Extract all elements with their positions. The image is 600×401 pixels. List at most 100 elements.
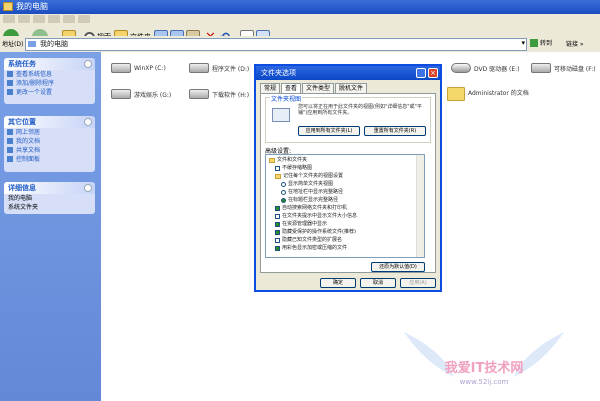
checkbox[interactable] bbox=[275, 230, 280, 235]
tab-general[interactable]: 常规 bbox=[260, 83, 281, 93]
menu-view[interactable] bbox=[33, 15, 45, 23]
tab-offline-files[interactable]: 脱机文件 bbox=[335, 83, 368, 93]
folder-icon bbox=[447, 87, 465, 101]
apply-button[interactable]: 应用(A) bbox=[400, 278, 436, 288]
task-label: 更改一个设置 bbox=[16, 89, 53, 96]
help-button[interactable] bbox=[416, 68, 426, 78]
radio-button[interactable] bbox=[281, 182, 286, 187]
place-label: 控制面板 bbox=[16, 156, 41, 163]
tab-file-types[interactable]: 文件类型 bbox=[302, 83, 335, 93]
go-button[interactable]: 转到 bbox=[530, 38, 552, 47]
ok-button[interactable]: 确定 bbox=[320, 278, 356, 288]
checkbox[interactable] bbox=[275, 206, 280, 211]
menu-edit[interactable] bbox=[18, 15, 30, 23]
setting-row[interactable]: 隐藏已知文件类型的扩展名 bbox=[275, 237, 342, 244]
advanced-settings-list[interactable]: 文件和文件夹 不缓存缩略图 记住每个文件夹的视图设置 显示简单文件夹视图 在地址栏中显示… bbox=[265, 154, 425, 258]
setting-row[interactable]: 在文件夹提示中显示文件大小信息 bbox=[275, 213, 357, 220]
radio-button[interactable] bbox=[281, 198, 286, 203]
view-tab-panel: 文件夹视图 您可以将正在用于此文件夹的视图(例如"详细信息"或"平铺")应用到所… bbox=[260, 93, 436, 273]
links-label: 链接 bbox=[566, 41, 579, 48]
place-link[interactable]: 共享文档 bbox=[4, 146, 95, 155]
panel-header[interactable]: 系统任务 bbox=[4, 58, 95, 70]
setting-label: 在地址栏中显示完整路径 bbox=[288, 189, 344, 195]
checkbox[interactable] bbox=[275, 238, 280, 243]
address-value: 我的电脑 bbox=[40, 40, 68, 48]
drive-item[interactable]: 下载软件 (H:) bbox=[189, 86, 249, 102]
setting-label: 隐藏已知文件类型的扩展名 bbox=[282, 237, 343, 243]
setting-label: 在文件夹提示中显示文件大小信息 bbox=[282, 213, 358, 219]
scrollbar[interactable] bbox=[416, 155, 424, 257]
address-dropdown-icon[interactable]: ▾ bbox=[521, 39, 525, 47]
setting-row[interactable]: 在地址栏中显示完整路径 bbox=[281, 189, 343, 196]
place-icon bbox=[7, 147, 13, 153]
details-name: 我的电脑 bbox=[8, 195, 33, 202]
other-places-panel: 其它位置 网上邻居 我的文档 共享文档 控制面板 bbox=[4, 116, 95, 172]
task-icon bbox=[7, 80, 13, 86]
place-label: 共享文档 bbox=[16, 147, 41, 154]
menu-favorites[interactable] bbox=[48, 15, 60, 23]
folder-view-icon bbox=[272, 108, 290, 122]
cancel-button[interactable]: 取消 bbox=[360, 278, 396, 288]
window-titlebar[interactable]: 我的电脑 bbox=[0, 0, 600, 14]
task-link[interactable]: 添加/删除程序 bbox=[4, 79, 95, 88]
drive-item[interactable]: 游戏娱乐 (G:) bbox=[111, 86, 171, 102]
setting-row[interactable]: 显示简单文件夹视图 bbox=[281, 181, 333, 188]
place-link[interactable]: 控制面板 bbox=[4, 155, 95, 164]
close-icon[interactable]: × bbox=[428, 68, 438, 78]
drive-item[interactable]: DVD 驱动器 (E:) bbox=[451, 60, 520, 76]
task-link[interactable]: 更改一个设置 bbox=[4, 88, 95, 97]
drive-item[interactable]: 程序文件 (D:) bbox=[189, 60, 249, 76]
setting-row[interactable]: 文件和文件夹 bbox=[269, 157, 307, 164]
setting-row[interactable]: 记住每个文件夹的视图设置 bbox=[275, 173, 343, 180]
watermark-url: www.52ij.com bbox=[460, 378, 509, 386]
task-pane: 系统任务 查看系统信息 添加/删除程序 更改一个设置 其它位置 网上邻居 我的文… bbox=[0, 52, 101, 401]
dialog-titlebar[interactable]: 文件夹选项 × bbox=[256, 66, 440, 80]
place-icon bbox=[7, 156, 13, 162]
menu-help[interactable] bbox=[78, 15, 90, 23]
panel-header[interactable]: 详细信息 bbox=[4, 182, 95, 194]
my-computer-icon bbox=[3, 2, 13, 11]
setting-row[interactable]: 在标题栏显示完整路径 bbox=[281, 197, 338, 204]
window-title: 我的电脑 bbox=[16, 2, 48, 11]
address-label: 地址(D) bbox=[2, 41, 24, 48]
place-link[interactable]: 我的文档 bbox=[4, 137, 95, 146]
drive-item[interactable]: 可移动磁盘 (F:) bbox=[531, 60, 596, 76]
watermark-logo: 我爱IT技术网 www.52ij.com bbox=[404, 332, 564, 386]
folder-item[interactable]: Administrator 的文档 bbox=[447, 86, 532, 102]
drive-label: 游戏娱乐 (G:) bbox=[134, 91, 172, 99]
details-type: 系统文件夹 bbox=[8, 204, 39, 211]
collapse-chevron-icon[interactable] bbox=[84, 60, 92, 68]
drive-item[interactable]: WinXP (C:) bbox=[111, 60, 166, 76]
task-icon bbox=[7, 89, 13, 95]
dialog-tabs: 常规 查看 文件类型 脱机文件 bbox=[260, 83, 368, 94]
collapse-chevron-icon[interactable] bbox=[84, 118, 92, 126]
setting-row[interactable]: 在资源管理器中显示 bbox=[275, 221, 327, 228]
collapse-chevron-icon[interactable] bbox=[84, 184, 92, 192]
menu-file[interactable] bbox=[3, 15, 15, 23]
drive-label: 下载软件 (H:) bbox=[212, 91, 250, 99]
removable-disk-icon bbox=[531, 63, 551, 73]
go-label: 转到 bbox=[540, 40, 553, 47]
task-link[interactable]: 查看系统信息 bbox=[4, 70, 95, 79]
restore-defaults-button[interactable]: 还原为默认值(D) bbox=[371, 262, 425, 272]
place-link[interactable]: 网上邻居 bbox=[4, 128, 95, 137]
setting-row[interactable]: 不缓存缩略图 bbox=[275, 165, 312, 172]
checkbox[interactable] bbox=[275, 166, 280, 171]
radio-button[interactable] bbox=[281, 190, 286, 195]
reset-all-button[interactable]: 重置所有文件夹(R) bbox=[364, 126, 426, 136]
menu-tools[interactable] bbox=[63, 15, 75, 23]
watermark-text: 我爱IT技术网 bbox=[445, 360, 524, 376]
setting-row[interactable]: 用彩色显示加密或压缩的文件 bbox=[275, 245, 347, 252]
setting-row[interactable]: 自动搜索网络文件夹和打印机 bbox=[275, 205, 347, 212]
folder-views-group: 文件夹视图 您可以将正在用于此文件夹的视图(例如"详细信息"或"平铺")应用到所… bbox=[265, 94, 431, 143]
links-button[interactable]: 链接 » bbox=[566, 39, 584, 48]
apply-to-all-button[interactable]: 应用到所有文件夹(L) bbox=[298, 126, 360, 136]
folder-icon bbox=[269, 158, 275, 163]
checkbox[interactable] bbox=[275, 214, 280, 219]
drive-label: 程序文件 (D:) bbox=[212, 65, 250, 73]
checkbox[interactable] bbox=[275, 246, 280, 251]
panel-header[interactable]: 其它位置 bbox=[4, 116, 95, 128]
setting-row[interactable]: 隐藏受保护的操作系统文件(推荐) bbox=[275, 229, 356, 236]
checkbox[interactable] bbox=[275, 222, 280, 227]
address-input[interactable]: 我的电脑 ▾ bbox=[25, 38, 527, 51]
